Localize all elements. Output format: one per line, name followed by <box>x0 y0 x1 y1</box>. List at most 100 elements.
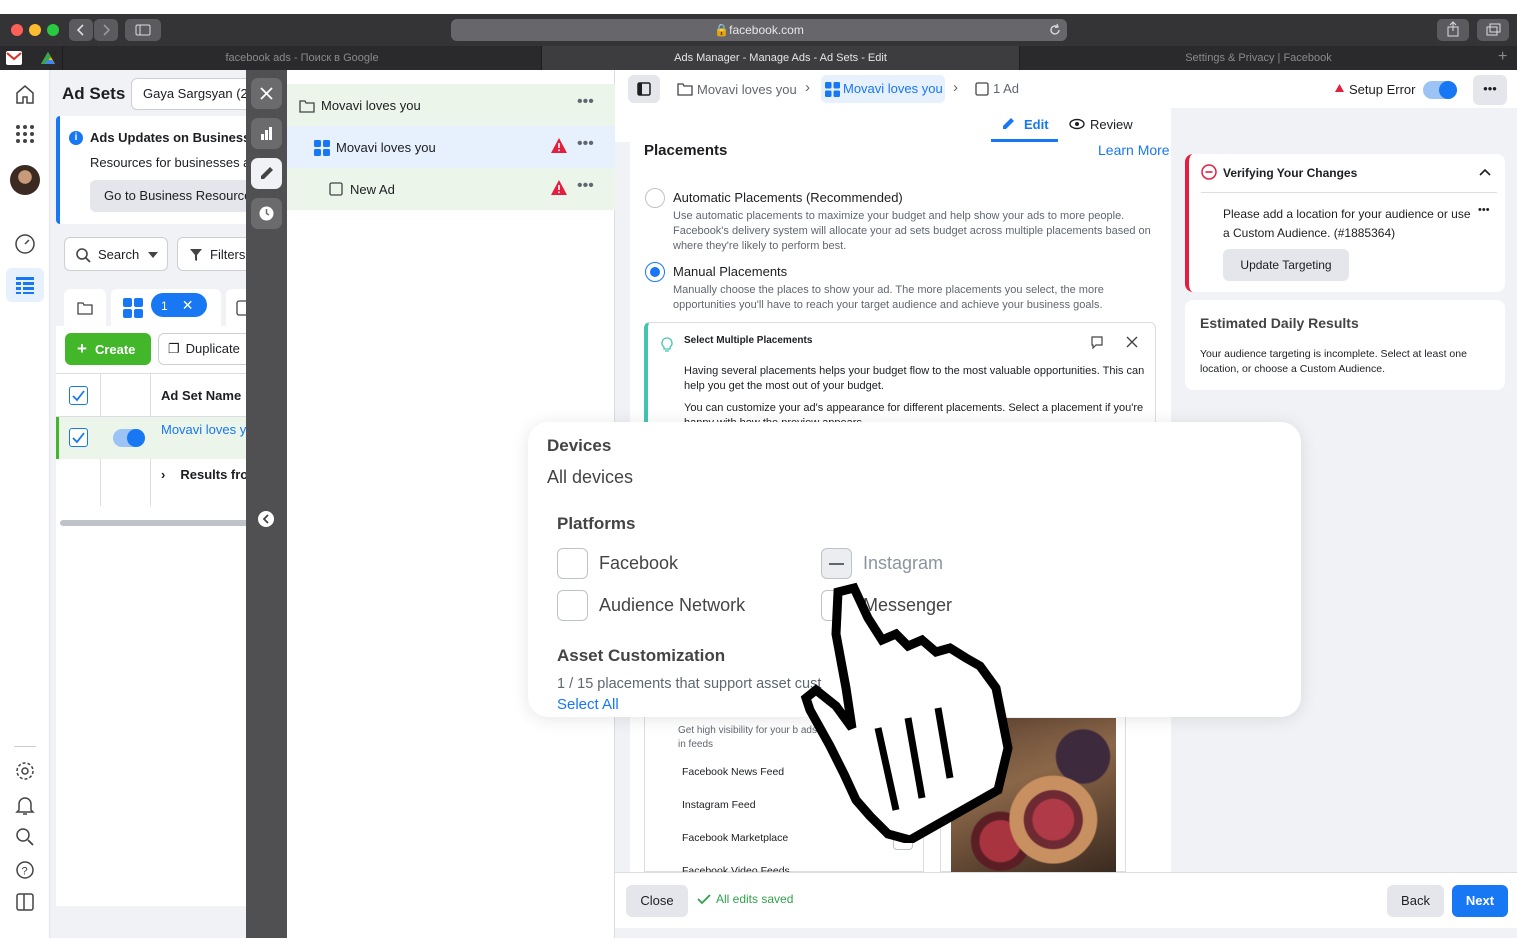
duplicate-button[interactable]: ❐ Duplicate <box>158 333 258 365</box>
help-icon[interactable]: ? <box>13 858 37 882</box>
verify-title: Verifying Your Changes <box>1223 166 1358 180</box>
dashboard-gauge-icon[interactable] <box>13 232 37 256</box>
chevron-right-icon: › <box>161 467 166 482</box>
collapse-button[interactable] <box>258 511 274 527</box>
placement-facebook-marketplace[interactable]: Facebook Marketplace <box>682 832 788 844</box>
close-icon[interactable]: ✕ <box>182 297 194 313</box>
placement-facebook-news-feed[interactable]: Facebook News Feed <box>682 766 784 778</box>
minimize-window-button[interactable] <box>29 24 41 36</box>
close-editor-button[interactable] <box>251 78 282 109</box>
search-icon[interactable] <box>13 825 37 849</box>
back-button[interactable]: Back <box>1387 885 1444 917</box>
audience-network-label: Audience Network <box>599 595 746 615</box>
avatar[interactable] <box>10 165 40 195</box>
breadcrumb-ad[interactable]: 1 Ad <box>975 81 1019 96</box>
row-checkbox[interactable] <box>69 428 88 447</box>
tab-ads-manager[interactable]: Ads Manager - Manage Ads - Ad Sets - Edi… <box>541 46 1019 70</box>
tab-campaigns[interactable] <box>64 289 106 327</box>
instagram-checkbox[interactable] <box>821 548 852 579</box>
estimated-results-text: Your audience targeting is incomplete. S… <box>1200 348 1467 375</box>
devices-title: Devices <box>547 436 612 455</box>
ad-set-name-link[interactable]: Movavi loves yo <box>161 422 253 437</box>
tab-label: Settings & Privacy | Facebook <box>1185 52 1332 64</box>
tab-google-search[interactable]: facebook ads - Поиск в Google <box>62 46 541 70</box>
new-tab-button[interactable]: + <box>1498 48 1507 66</box>
learn-more-link[interactable]: Learn More <box>1098 142 1170 158</box>
tree-item-campaign[interactable]: Movavi loves you ••• <box>287 84 615 126</box>
feeds-description: Get high visibility for your b ads in fe… <box>678 725 817 750</box>
close-icon[interactable] <box>1126 336 1138 348</box>
ads-manager-nav-item[interactable] <box>6 268 44 302</box>
home-icon[interactable] <box>13 82 37 106</box>
more-options-icon[interactable]: ••• <box>1478 204 1490 216</box>
tree-item-ad-set[interactable]: Movavi loves you ••• <box>287 126 615 168</box>
feedback-icon[interactable] <box>1090 335 1104 349</box>
setup-error-label: Setup Error <box>1349 82 1416 97</box>
toggle-tree-button[interactable] <box>628 75 660 103</box>
breadcrumb-campaign[interactable]: Movavi loves you <box>697 82 797 97</box>
horizontal-scrollbar[interactable] <box>60 520 256 526</box>
column-ad-set-name[interactable]: Ad Set Name <box>161 388 241 403</box>
gear-icon[interactable] <box>13 759 37 783</box>
address-bar[interactable]: 🔒facebook.com <box>451 19 1067 41</box>
banner-text: Resources for businesses a <box>90 155 251 170</box>
chevron-left-icon <box>262 514 269 524</box>
update-targeting-button[interactable]: Update Targeting <box>1223 249 1349 281</box>
placement-instagram-feed[interactable]: Instagram Feed <box>682 799 756 811</box>
tab-edit[interactable]: Edit <box>991 108 1058 142</box>
insights-button[interactable] <box>251 118 282 149</box>
account-selector[interactable]: Gaya Sargsyan (25 <box>131 78 261 110</box>
search-dropdown[interactable]: Search <box>64 237 168 271</box>
automatic-placements-radio[interactable] <box>645 188 665 208</box>
all-tools-icon[interactable] <box>13 122 37 146</box>
edit-button[interactable] <box>251 158 282 189</box>
sidebar-toggle-button[interactable] <box>125 19 161 41</box>
gmail-icon[interactable] <box>6 51 22 65</box>
audience-network-checkbox[interactable] <box>557 590 588 621</box>
filters-button[interactable]: Filters <box>177 237 257 271</box>
history-button[interactable] <box>251 198 282 229</box>
tabs-overview-button[interactable] <box>1477 19 1509 41</box>
tab-settings-privacy[interactable]: Settings & Privacy | Facebook <box>1019 46 1497 70</box>
select-all-link[interactable]: Select All <box>557 696 619 713</box>
tab-review[interactable]: Review <box>1067 108 1145 142</box>
back-nav-button[interactable] <box>69 19 93 41</box>
selected-count-badge[interactable]: 1 ✕ <box>151 293 207 317</box>
chevron-right-icon <box>103 24 111 36</box>
create-button[interactable]: + Create <box>65 333 151 365</box>
button-label: Update Targeting <box>1240 258 1332 272</box>
devices-dropdown-value[interactable]: All devices <box>547 467 633 488</box>
forward-nav-button[interactable] <box>94 19 118 41</box>
delivery-toggle[interactable] <box>113 429 145 447</box>
reload-icon[interactable] <box>1048 23 1062 37</box>
clock-icon <box>259 206 274 221</box>
check-icon <box>697 894 711 905</box>
banner-title: Ads Updates on Business F <box>90 130 262 145</box>
close-button[interactable]: Close <box>626 885 688 917</box>
verify-message: Please add a location for your audience … <box>1223 207 1471 240</box>
bell-icon[interactable] <box>13 793 37 817</box>
select-all-checkbox[interactable] <box>69 386 88 405</box>
share-button[interactable] <box>1437 19 1469 41</box>
table-row[interactable]: Movavi loves yo <box>56 417 256 459</box>
breadcrumb-ad-set[interactable]: Movavi loves you <box>821 75 945 103</box>
business-resources-button[interactable]: Go to Business Resource <box>90 180 260 212</box>
toggle-knob <box>127 429 145 447</box>
results-row[interactable]: › Results fro <box>161 467 248 482</box>
tab-ad-sets[interactable]: 1 ✕ <box>111 289 221 327</box>
manual-placements-radio[interactable] <box>645 262 665 282</box>
ad-set-status-toggle[interactable] <box>1423 81 1457 99</box>
report-icon[interactable] <box>13 890 37 914</box>
drive-icon[interactable] <box>40 51 56 65</box>
more-options-icon[interactable]: ••• <box>577 177 594 195</box>
more-options-icon[interactable]: ••• <box>577 135 594 153</box>
more-options-icon[interactable]: ••• <box>577 93 594 111</box>
tip-title: Select Multiple Placements <box>684 335 813 346</box>
next-button[interactable]: Next <box>1452 885 1508 917</box>
more-options-button[interactable]: ••• <box>1473 75 1507 105</box>
zoom-window-button[interactable] <box>47 24 59 36</box>
facebook-checkbox[interactable] <box>557 548 588 579</box>
close-window-button[interactable] <box>11 24 23 36</box>
tree-item-ad[interactable]: New Ad ••• <box>287 168 615 210</box>
chevron-up-icon[interactable] <box>1479 168 1491 176</box>
